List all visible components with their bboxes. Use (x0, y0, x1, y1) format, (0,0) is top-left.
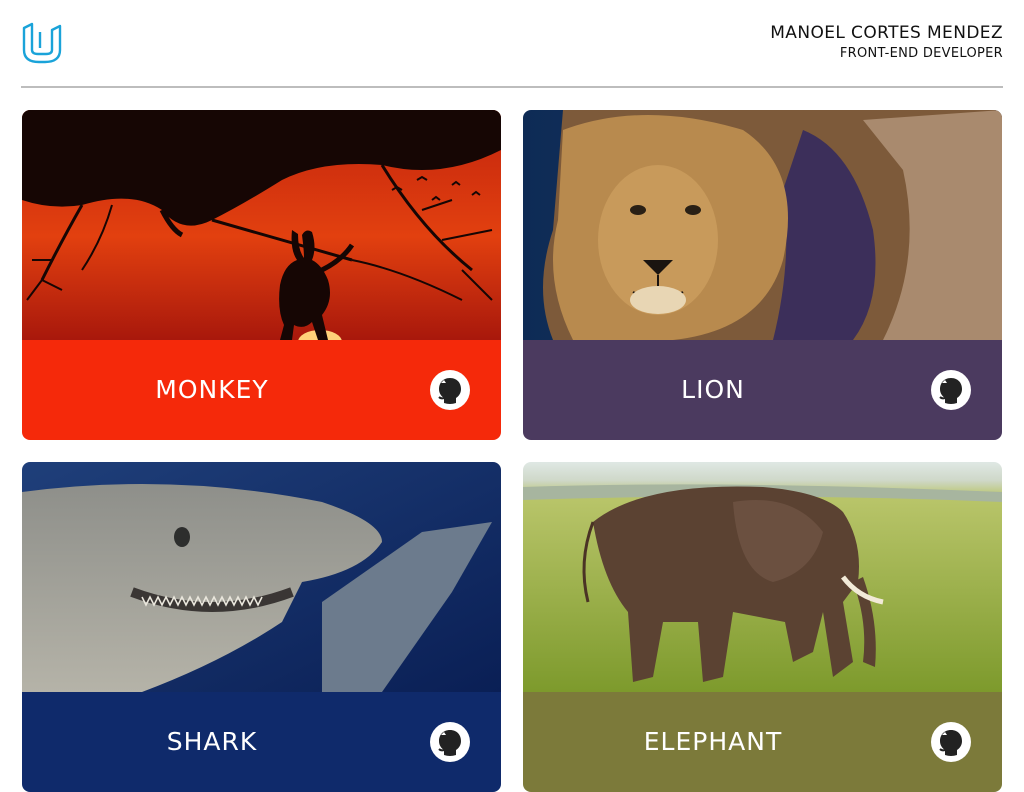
card-lion[interactable]: LION (523, 110, 1002, 440)
card-title: ELEPHANT (643, 727, 783, 756)
monkey-bar: MONKEY (22, 340, 501, 440)
udacity-logo-icon[interactable] (21, 22, 63, 64)
elephant-photo (523, 462, 1002, 692)
card-shark[interactable]: SHARK (22, 462, 501, 792)
github-icon[interactable] (430, 370, 470, 410)
lion-photo (523, 110, 1002, 340)
card-title: MONKEY (155, 375, 269, 404)
shark-photo (22, 462, 501, 692)
github-icon[interactable] (931, 370, 971, 410)
shark-bar: SHARK (22, 692, 501, 792)
author-name: MANOEL CORTES MENDEZ (770, 23, 1003, 43)
card-title: SHARK (166, 727, 258, 756)
author-block: MANOEL CORTES MENDEZ FRONT-END DEVELOPER (770, 22, 1003, 64)
elephant-bar: ELEPHANT (523, 692, 1002, 792)
github-icon[interactable] (430, 722, 470, 762)
monkey-photo (22, 110, 501, 340)
card-monkey[interactable]: MONKEY (22, 110, 501, 440)
card-elephant[interactable]: ELEPHANT (523, 462, 1002, 792)
github-icon[interactable] (931, 722, 971, 762)
lion-bar: LION (523, 340, 1002, 440)
author-role: FRONT-END DEVELOPER (839, 46, 1003, 61)
card-title: LION (681, 375, 745, 404)
page-header: MANOEL CORTES MENDEZ FRONT-END DEVELOPER (21, 0, 1003, 88)
